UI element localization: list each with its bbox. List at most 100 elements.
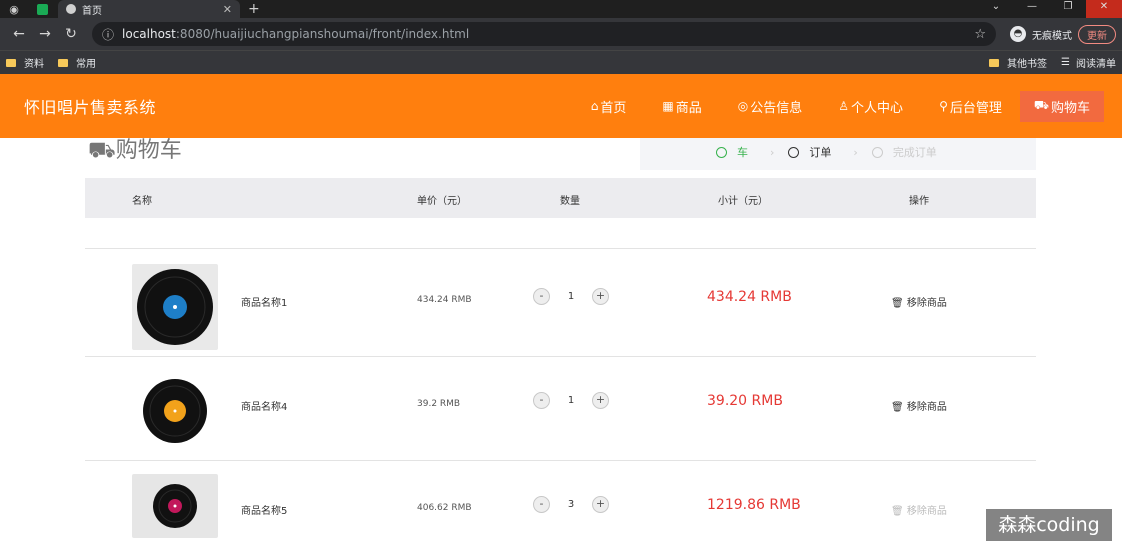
subtotal: 1219.86 RMB [707,497,801,513]
product-image[interactable] [132,264,218,350]
nav-profile[interactable]: ♙ 个人中心 [820,97,921,116]
trash-icon: 🗑 [891,298,904,309]
remove-item-button[interactable]: 🗑 移除商品 [891,294,947,309]
incognito-icon: ◓ [1010,26,1026,42]
product-image[interactable] [132,474,218,538]
site-header: 怀旧唱片售卖系统 ⌂ 首页 ▦ 商品 ◎ 公告信息 ♙ 个人中心 ⚲ 后台管理 ⛟ 购物车 [0,74,1122,138]
quantity-value[interactable]: 3 [550,499,592,510]
header-qty: 数量 [560,196,580,207]
unit-price: 406.62 RMB [417,503,472,513]
cart-icon: ⛟ [1033,98,1049,112]
forward-icon[interactable]: → [32,26,58,42]
quantity-stepper: - 1 + [533,288,609,305]
step-complete: 完成订单 [871,144,937,160]
bookmark-label: 其他书签 [1007,59,1048,70]
header-price: 单价（元） [417,196,467,207]
folder-icon [58,58,68,67]
increase-button[interactable]: + [592,288,609,305]
vinyl-record-icon [137,269,213,345]
nav-notices[interactable]: ◎ 公告信息 [720,97,821,116]
divider [85,248,1036,249]
header-subtotal: 小计（元） [718,196,768,207]
step-label: 车 [737,146,748,159]
notice-icon: ◎ [737,99,749,113]
window-controls: ⌄ — ❐ ✕ [978,0,1122,18]
decrease-button[interactable]: - [533,288,550,305]
watermark: 森森coding [986,509,1112,541]
address-bar[interactable]: ⓘ localhost :8080/huaijiuchangpianshouma… [92,22,996,46]
link-icon: ⚲ [939,99,948,113]
bookmark-label: 常用 [76,59,96,70]
active-tab[interactable]: 首页 ✕ [58,0,240,18]
bookmarks-bar: 资料 常用 其他书签 ☰ 阅读清单 [0,50,1122,74]
subtotal: 39.20 RMB [707,393,783,409]
other-bookmarks[interactable]: 其他书签 [989,55,1047,70]
step-circle-icon [788,146,800,158]
tab-title: 首页 [82,5,102,17]
quantity-value[interactable]: 1 [550,395,592,406]
nav-cart[interactable]: ⛟ 购物车 [1019,90,1104,122]
bookmark-folder[interactable]: 资料 [6,55,44,70]
page-favicon-icon [66,4,76,14]
site-info-icon[interactable]: ⓘ [102,26,114,43]
increase-button[interactable]: + [592,392,609,409]
bookmark-folder[interactable]: 常用 [58,55,96,70]
bookmark-star-icon[interactable]: ☆ [974,27,986,42]
globe-icon[interactable]: ◉ [0,0,28,18]
reload-icon[interactable]: ↻ [58,26,84,42]
quantity-value[interactable]: 1 [550,291,592,302]
remove-label: 移除商品 [906,298,947,309]
home-icon: ⌂ [590,99,599,113]
step-cart: 车 [716,144,748,160]
cart-row: 商品名称1 434.24 RMB - 1 + 434.24 RMB 🗑 移除商品 [85,252,1036,356]
grid-icon: ▦ [662,99,674,113]
step-order: 订单 [788,144,831,160]
product-name[interactable]: 商品名称1 [241,294,287,309]
unit-price: 39.2 RMB [417,399,461,409]
browser-toolbar: ← → ↻ ⓘ localhost :8080/huaijiuchangpian… [0,18,1122,50]
remove-item-button[interactable]: 🗑 移除商品 [891,398,947,413]
new-tab-icon[interactable]: + [240,0,268,18]
cart-title-icon: ⛟ [88,138,116,163]
step-label: 订单 [809,146,832,159]
remove-item-button[interactable]: 🗑 移除商品 [891,502,947,517]
decrease-button[interactable]: - [533,392,550,409]
main-nav: ⌂ 首页 ▦ 商品 ◎ 公告信息 ♙ 个人中心 ⚲ 后台管理 ⛟ 购物车 [573,74,1122,138]
browser-tab-strip: ◉ 首页 ✕ + ⌄ — ❐ ✕ [0,0,1122,18]
vinyl-record-icon [143,379,207,443]
product-image[interactable] [132,368,218,454]
close-tab-icon[interactable]: ✕ [223,3,232,16]
window-close-icon[interactable]: ✕ [1086,0,1122,18]
cart-table-header: 名称 单价（元） 数量 小计（元） 操作 [85,178,1036,218]
nav-label: 个人中心 [851,100,904,116]
remove-label: 移除商品 [906,402,947,413]
header-name: 名称 [132,196,152,207]
incognito-indicator[interactable]: ◓ 无痕模式 [1010,26,1072,42]
update-button[interactable]: 更新 [1078,24,1116,44]
decrease-button[interactable]: - [533,496,550,513]
nav-admin[interactable]: ⚲ 后台管理 [921,97,1020,116]
quantity-stepper: - 3 + [533,496,609,513]
user-icon: ♙ [838,99,850,113]
nav-products[interactable]: ▦ 商品 [644,97,719,116]
checkout-steps: 车 › 订单 › 完成订单 [640,138,1036,170]
cart-title-text: 购物车 [115,138,182,163]
nav-label: 购物车 [1050,100,1090,116]
nav-label: 首页 [600,100,627,116]
header-action: 操作 [909,196,929,207]
nav-label: 后台管理 [949,100,1002,116]
tab-search-icon[interactable]: ⌄ [978,0,1014,18]
back-icon[interactable]: ← [6,26,32,42]
product-name[interactable]: 商品名称5 [241,502,287,517]
vinyl-record-icon [153,484,197,528]
nav-home[interactable]: ⌂ 首页 [573,97,645,116]
reading-list[interactable]: ☰ 阅读清单 [1061,55,1116,70]
product-name[interactable]: 商品名称4 [241,398,287,413]
app-tab-icon[interactable] [28,0,56,18]
trash-icon: 🗑 [891,506,904,517]
restore-icon[interactable]: ❐ [1050,0,1086,18]
cart-title: ⛟购物车 [88,138,182,166]
minimize-icon[interactable]: — [1014,0,1050,18]
step-label: 完成订单 [892,146,937,159]
increase-button[interactable]: + [592,496,609,513]
